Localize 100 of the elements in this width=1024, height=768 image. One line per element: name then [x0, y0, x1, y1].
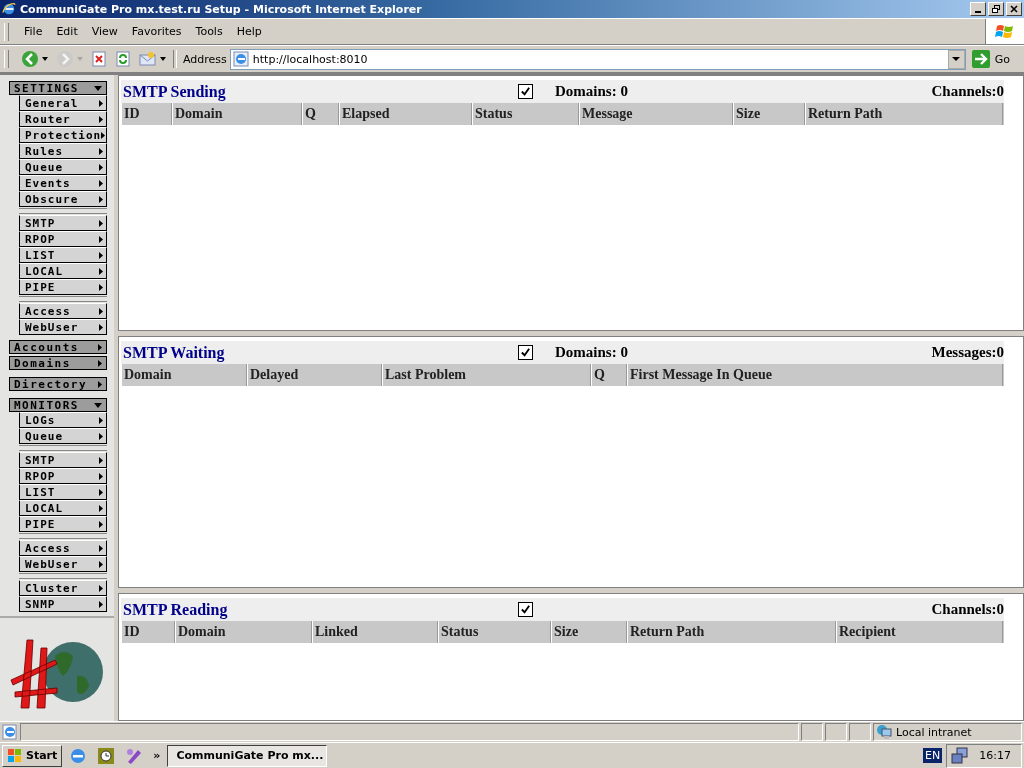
browser-icon [2, 2, 16, 16]
sidebar-item[interactable]: Protection [19, 127, 107, 143]
menu-item[interactable]: File [17, 25, 50, 38]
sidebar-item[interactable]: WebUser [19, 556, 107, 572]
page-icon [2, 724, 18, 740]
status-pane [801, 723, 823, 741]
right-arrow-icon [971, 50, 990, 68]
domains-count: Domains: 0 [555, 83, 628, 100]
menu-header[interactable]: MONITORS [9, 398, 107, 412]
caret-icon [160, 57, 166, 61]
restore-button[interactable] [988, 2, 1004, 16]
checkbox[interactable] [518, 602, 533, 617]
sidebar-item[interactable]: LIST [19, 247, 107, 263]
sidebar-item[interactable]: Access [19, 540, 107, 556]
column-header: Size [551, 621, 627, 643]
stop-icon [91, 51, 107, 67]
sidebar-item[interactable]: SMTP [19, 452, 107, 468]
status-pane [825, 723, 847, 741]
page-icon [232, 51, 249, 67]
column-header: Status [472, 103, 579, 125]
caret-icon [77, 57, 83, 61]
window-title: CommuniGate Pro mx.test.ru Setup - Microsoft Internet Explorer [20, 2, 423, 16]
column-header: Domain [172, 103, 302, 125]
sidebar-item[interactable]: WebUser [19, 319, 107, 335]
caret-icon [98, 380, 102, 388]
sidebar-link[interactable]: Accounts [9, 340, 107, 354]
language-indicator[interactable]: EN [923, 748, 943, 763]
windows-flag-icon [7, 747, 23, 764]
sidebar-item[interactable]: Events [19, 175, 107, 191]
sidebar-item[interactable]: Queue [19, 159, 107, 175]
menu-item[interactable]: Tools [188, 25, 230, 38]
column-header: Recipient [836, 621, 1003, 643]
sidebar-item[interactable]: SMTP [19, 215, 107, 231]
sidebar-item[interactable]: General [19, 95, 107, 111]
sidebar-item[interactable]: Queue [19, 428, 107, 444]
sidebar-item[interactable]: Cluster [19, 580, 107, 596]
column-header: ID [121, 103, 172, 125]
panel-title: SMTP Waiting [123, 343, 226, 362]
checkbox[interactable] [518, 84, 533, 99]
start-button[interactable]: Start [2, 744, 63, 767]
column-header: First Message In Queue [627, 364, 1003, 386]
caret-icon [42, 57, 48, 61]
sidebar-item[interactable]: Access [19, 303, 107, 319]
count-label: Messages:0 [931, 344, 1004, 361]
network-globe-icon [876, 724, 892, 740]
count-label: Channels:0 [931, 601, 1004, 618]
sidebar-item[interactable]: LIST [19, 484, 107, 500]
sidebar-item[interactable]: Rules [19, 143, 107, 159]
status-pane [849, 723, 871, 741]
sidebar-item[interactable]: PIPE [19, 516, 107, 532]
minimize-button[interactable] [970, 2, 986, 16]
menu-item[interactable]: Favorites [124, 25, 189, 38]
column-header: Domain [175, 621, 312, 643]
sidebar-item[interactable]: Router [19, 111, 107, 127]
menu-item[interactable]: View [84, 25, 125, 38]
column-header: Status [438, 621, 551, 643]
column-header: Linked [312, 621, 438, 643]
address-field[interactable]: http://localhost:8010 [229, 48, 966, 70]
sidebar-link[interactable]: Domains [9, 356, 107, 370]
sidebar-item[interactable]: PIPE [19, 279, 107, 295]
column-header: ID [121, 621, 175, 643]
column-header: Return Path [805, 103, 1003, 125]
column-header: Message [579, 103, 733, 125]
panel-title: SMTP Sending [123, 82, 227, 101]
sidebar-item[interactable]: RPOP [19, 231, 107, 247]
dropdown-button[interactable] [947, 49, 965, 69]
overflow-chevron[interactable]: » [150, 749, 164, 762]
checkbox[interactable] [518, 345, 533, 360]
network-icon[interactable] [951, 746, 970, 765]
go-button[interactable]: Go [965, 50, 1024, 68]
clock: 16:17 [979, 749, 1011, 762]
close-button[interactable] [1006, 2, 1022, 16]
address-label: Address [182, 52, 228, 66]
envelope-icon [139, 51, 157, 67]
sidebar-item[interactable]: RPOP [19, 468, 107, 484]
security-zone: Local intranet [896, 725, 972, 739]
menu-header[interactable]: SETTINGS [9, 81, 107, 95]
sidebar-item[interactable]: LOGs [19, 412, 107, 428]
column-header: Elapsed [339, 103, 472, 125]
sidebar-item[interactable]: Obscure [19, 191, 107, 207]
column-header: Q [302, 103, 339, 125]
refresh-icon [115, 51, 131, 67]
column-header: Domain [121, 364, 247, 386]
menu-item[interactable]: Edit [49, 25, 85, 38]
taskbar-button[interactable]: CommuniGate Pro mx... [167, 744, 328, 767]
restore-icon [991, 4, 1001, 14]
column-header: Size [733, 103, 805, 125]
menu-item[interactable]: Help [229, 25, 269, 38]
domains-count: Domains: 0 [555, 344, 628, 361]
sidebar-item[interactable]: SNMP [19, 596, 107, 612]
caret-icon [952, 57, 961, 61]
clock-icon[interactable] [97, 746, 116, 765]
panel-title: SMTP Reading [123, 600, 229, 619]
browser-icon[interactable] [69, 746, 88, 765]
sidebar-item[interactable]: LOCAL [19, 500, 107, 516]
close-icon [1009, 4, 1019, 14]
sidebar-link[interactable]: Directory [9, 377, 107, 391]
sidebar-item[interactable]: LOCAL [19, 263, 107, 279]
column-header: Last Problem [382, 364, 591, 386]
column-header: Delayed [247, 364, 382, 386]
